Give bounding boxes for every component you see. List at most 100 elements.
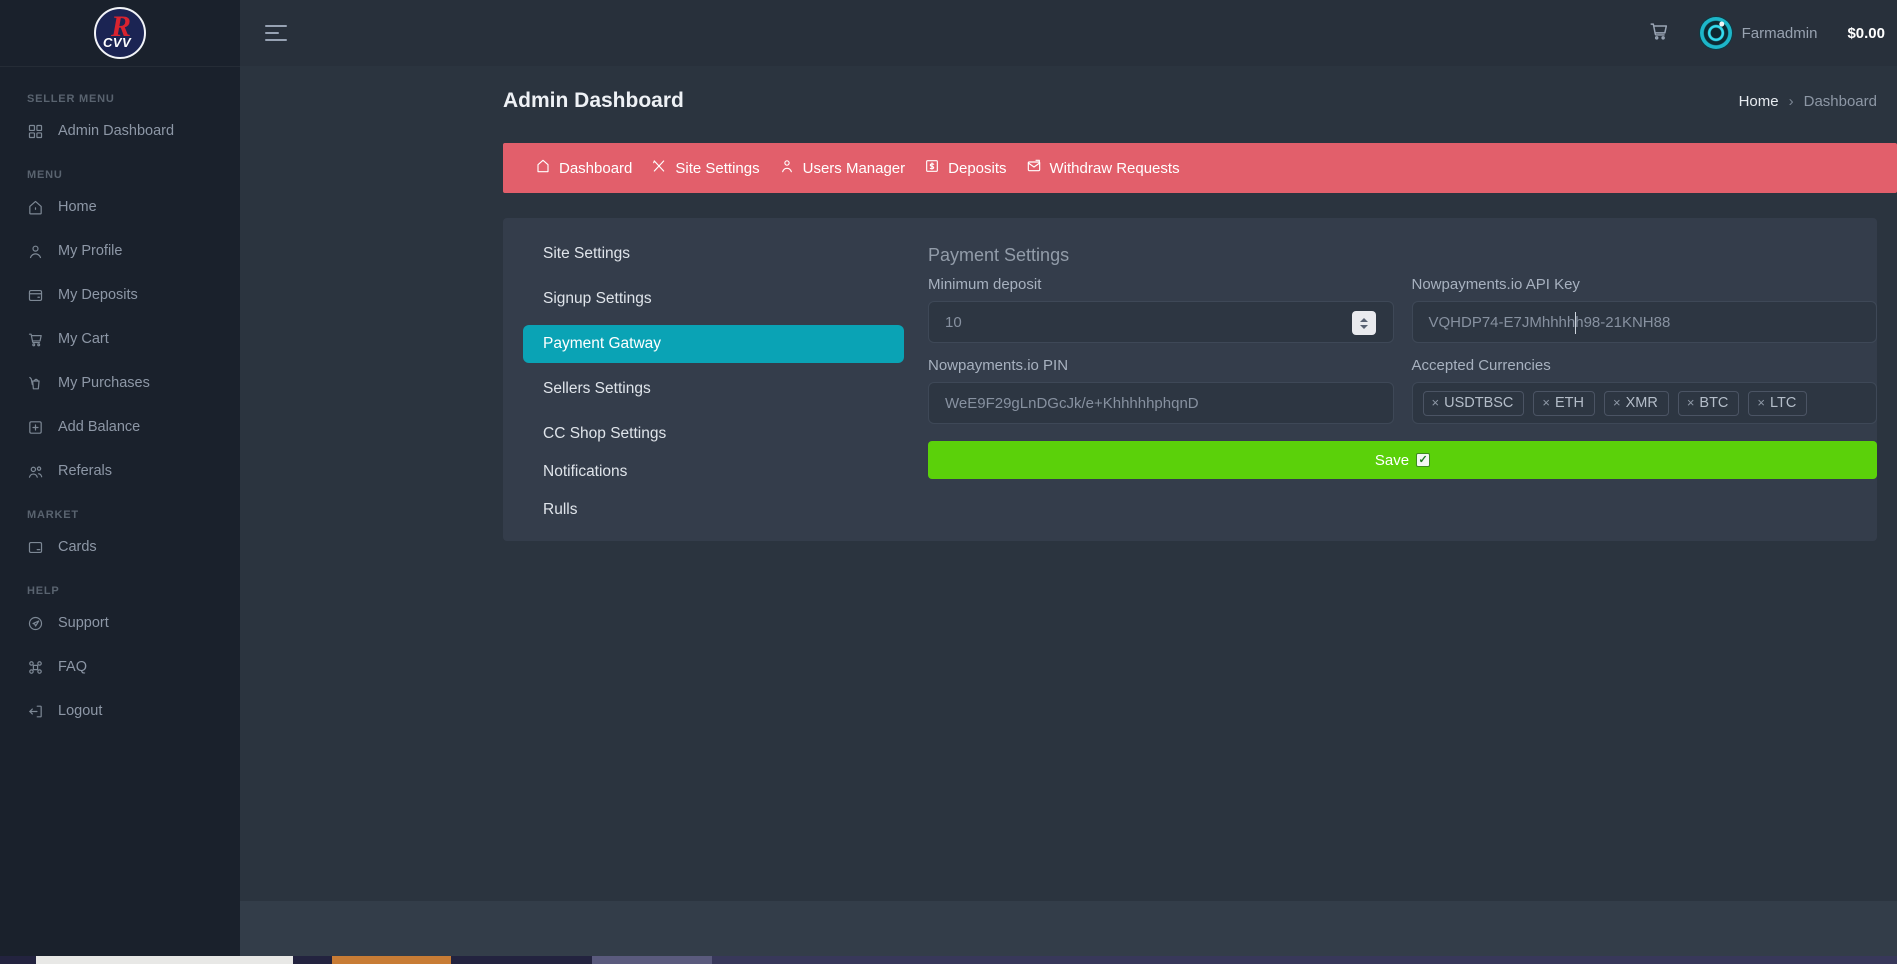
home-icon (27, 199, 44, 216)
page-header: Admin Dashboard Home › Dashboard (503, 81, 1877, 121)
admin-nav-dashboard[interactable]: Dashboard (535, 158, 632, 178)
sidebar-item-label: Logout (58, 703, 103, 719)
currency-tag-usdtbsc: × USDTBSC (1422, 390, 1525, 416)
currencies-input[interactable]: × USDTBSC × ETH × XMR × BTC × LTC (1411, 382, 1877, 424)
admin-nav-withdraw-requests[interactable]: Withdraw Requests (1026, 158, 1180, 178)
add-balance-icon (27, 419, 44, 436)
remove-tag-icon[interactable]: × (1432, 395, 1440, 410)
sidebar-item-my-cart[interactable]: My Cart (27, 317, 240, 361)
taskbar-segment[interactable] (36, 956, 293, 964)
admin-nav-label: Dashboard (559, 159, 633, 177)
sidebar-section-seller-menu: SELLER MENU (27, 93, 115, 105)
admin-nav-users-manager[interactable]: Users Manager (779, 158, 906, 178)
pin-group: Nowpayments.io PIN WeE9F29gLnDGcJk/e+Khh… (928, 357, 1394, 424)
sidebar-section-menu: MENU (27, 169, 63, 181)
api-key-label: Nowpayments.io API Key (1411, 276, 1580, 293)
faq-icon (27, 659, 44, 676)
taskbar-segment[interactable] (592, 956, 712, 964)
remove-tag-icon[interactable]: × (1687, 395, 1695, 410)
sidebar-item-support[interactable]: Support (27, 601, 240, 645)
sidebar-section-market: MARKET (27, 509, 79, 521)
topbar: Farmadmin $0.00 (240, 0, 1897, 66)
api-key-group: Nowpayments.io API Key VQHDP74-E7JMhhhhh… (1411, 276, 1877, 343)
remove-tag-icon[interactable]: × (1542, 395, 1550, 410)
user-avatar[interactable] (1699, 17, 1732, 49)
sidebar-item-my-purchases[interactable]: My Purchases (27, 361, 240, 405)
sidebar-item-label: Home (58, 199, 97, 215)
settings-tab-notifications[interactable]: Notifications (523, 453, 904, 491)
currency-tag-ltc: × LTC (1748, 390, 1808, 416)
sidebar-item-referals[interactable]: Referals (27, 449, 240, 493)
settings-tab-sellers-settings[interactable]: Sellers Settings (523, 370, 904, 408)
spinner-up-icon[interactable] (1359, 317, 1368, 322)
sidebar-item-my-deposits[interactable]: My Deposits (27, 273, 240, 317)
sidebar-item-logout[interactable]: Logout (27, 689, 240, 733)
admin-nav-deposits[interactable]: Deposits (924, 158, 1007, 178)
currency-tag-btc: × BTC (1677, 390, 1740, 416)
remove-tag-icon[interactable]: × (1613, 395, 1621, 410)
currency-tag-eth: × ETH (1533, 390, 1595, 416)
currency-tag-xmr: × XMR (1603, 390, 1669, 416)
sidebar-item-label: Cards (58, 539, 97, 555)
purchases-icon (27, 375, 44, 392)
sidebar-item-admin-dashboard[interactable]: Admin Dashboard (27, 109, 240, 153)
deposits-icon (27, 287, 44, 304)
username[interactable]: Farmadmin (1742, 25, 1818, 42)
admin-nav-label: Users Manager (802, 159, 906, 177)
settings-tab-signup-settings[interactable]: Signup Settings (523, 280, 904, 318)
save-button[interactable]: Save ✓ (928, 441, 1877, 479)
breadcrumb-home[interactable]: Home (1739, 93, 1779, 110)
topbar-cart-icon[interactable] (1648, 20, 1670, 47)
admin-nav-site-settings[interactable]: Site Settings (651, 158, 760, 178)
api-key-input[interactable]: VQHDP74-E7JMhhhhh98-21KNH88 (1411, 301, 1877, 343)
pin-value: WeE9F29gLnDGcJk/e+KhhhhhphqnD (945, 394, 1199, 412)
settings-tab-rulls[interactable]: Rulls (523, 491, 904, 529)
sidebar-item-label: Support (58, 615, 109, 631)
admin-dashboard-screen: R CVV SELLER MENU Admin Dashboard MENU H… (0, 0, 1897, 964)
currency-tag-label: LTC (1770, 394, 1797, 411)
balance-amount: $0.00 (1847, 24, 1885, 42)
profile-icon (27, 243, 44, 260)
settings-tab-cc-shop-settings[interactable]: CC Shop Settings (523, 415, 904, 453)
breadcrumb-current: Dashboard (1803, 92, 1877, 110)
sidebar-item-label: FAQ (58, 659, 88, 675)
content-area: Admin Dashboard Home › Dashboard Dashboa… (240, 66, 1897, 956)
sidebar-item-label: My Purchases (58, 375, 150, 391)
sidebar-item-label: My Profile (58, 243, 123, 259)
minimum-deposit-input[interactable]: 10 (928, 301, 1394, 343)
save-button-label: Save (1374, 451, 1410, 469)
nav-tools-icon (651, 158, 667, 178)
cards-icon (27, 539, 44, 556)
pin-label: Nowpayments.io PIN (928, 357, 1069, 374)
sidebar-item-cards[interactable]: Cards (27, 525, 240, 569)
taskbar-segment (712, 956, 1897, 964)
text-caret (1574, 312, 1576, 334)
taskbar-segment[interactable] (332, 956, 451, 964)
cart-icon (27, 331, 44, 348)
spinner-down-icon[interactable] (1359, 324, 1368, 329)
pin-input[interactable]: WeE9F29gLnDGcJk/e+KhhhhhphqnD (928, 382, 1394, 424)
logo-subtext: CVV (103, 35, 132, 50)
sidebar-item-label: My Cart (58, 331, 109, 347)
sidebar-item-faq[interactable]: FAQ (27, 645, 240, 689)
currency-tag-label: ETH (1554, 394, 1584, 411)
check-icon: ✓ (1416, 453, 1431, 467)
cvv-logo-icon: R CVV (94, 7, 146, 59)
currencies-label: Accepted Currencies (1411, 357, 1551, 374)
sidebar: R CVV SELLER MENU Admin Dashboard MENU H… (0, 0, 240, 956)
sidebar-item-add-balance[interactable]: Add Balance (27, 405, 240, 449)
nav-user-icon (779, 158, 795, 178)
menu-toggle-icon[interactable] (265, 25, 289, 41)
remove-tag-icon[interactable]: × (1757, 395, 1765, 410)
referals-icon (27, 463, 44, 480)
brand-logo[interactable]: R CVV (0, 0, 240, 67)
taskbar-strip (0, 956, 1897, 964)
currency-tag-label: USDTBSC (1444, 394, 1514, 411)
logout-icon (27, 703, 44, 720)
sidebar-item-my-profile[interactable]: My Profile (27, 229, 240, 273)
sidebar-item-home[interactable]: Home (27, 185, 240, 229)
settings-tab-payment-gatway[interactable]: Payment Gatway (523, 325, 904, 363)
number-spinner[interactable] (1351, 311, 1376, 335)
settings-tab-site-settings[interactable]: Site Settings (523, 235, 904, 273)
sidebar-item-label: Add Balance (58, 419, 141, 435)
